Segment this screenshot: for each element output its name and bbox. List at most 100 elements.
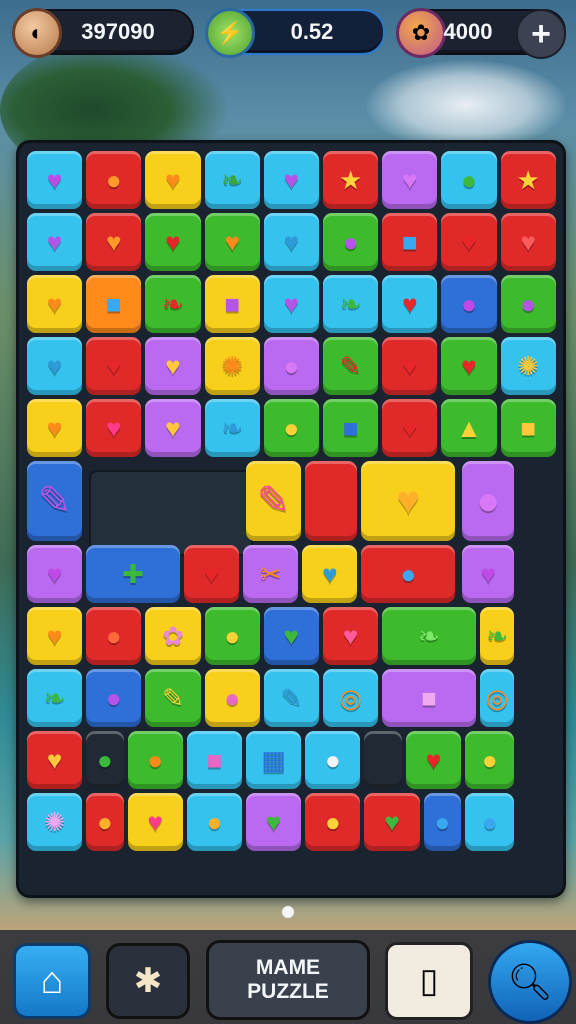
tile-heart[interactable]: ♥: [204, 213, 260, 271]
tile-heart[interactable]: ♥: [145, 399, 201, 457]
tile-heart[interactable]: ♥: [302, 544, 358, 603]
tile-heart[interactable]: ♥: [263, 275, 319, 333]
add-coins-button[interactable]: +: [516, 9, 566, 59]
tile-tool[interactable]: ✎: [263, 668, 319, 727]
tile-carrot[interactable]: ●: [86, 151, 142, 209]
tile-leaf[interactable]: ❧: [145, 275, 201, 333]
tile-heart[interactable]: ♥: [27, 337, 83, 395]
tile-bag[interactable]: ■: [186, 730, 243, 789]
tile-heart[interactable]: ♥: [27, 213, 83, 271]
tile-tool[interactable]: ✎: [27, 461, 83, 541]
tile-heart[interactable]: ♥: [462, 544, 515, 603]
tile-ball[interactable]: ●: [361, 544, 456, 603]
tile-plum[interactable]: ●: [86, 668, 142, 727]
tile-star[interactable]: ★: [323, 151, 379, 209]
tile-ball[interactable]: ●: [186, 792, 243, 851]
tile-surfboard[interactable]: ●: [465, 792, 515, 851]
tile-cactus[interactable]: ✚: [86, 544, 180, 603]
tile-surfboard[interactable]: ●: [305, 730, 361, 789]
tile-heart[interactable]: ♥: [27, 275, 83, 333]
tool-icon: ✎: [256, 478, 291, 523]
phone-button[interactable]: ▯: [385, 942, 473, 1020]
tile-heart[interactable]: ♥: [145, 213, 201, 271]
tile-tool[interactable]: ✎: [246, 461, 302, 541]
tile-empty[interactable]: [364, 730, 402, 789]
tile-lemon[interactable]: ●: [263, 399, 319, 457]
tile-shell[interactable]: ●: [263, 337, 319, 395]
tile-ring[interactable]: ◎: [323, 668, 379, 727]
tile-heart[interactable]: ♥: [27, 151, 83, 209]
tile-heart[interactable]: ♥: [382, 337, 438, 395]
tile-pepper[interactable]: ●: [86, 730, 124, 789]
tile-bottle[interactable]: ■: [86, 275, 142, 333]
tile-leaf[interactable]: ❧: [204, 151, 260, 209]
tile-heart[interactable]: ♥: [263, 151, 319, 209]
tile-heart[interactable]: ♥: [382, 399, 438, 457]
tile-octopus[interactable]: ●: [462, 461, 515, 541]
mode-button[interactable]: MAME PUZZLE: [206, 940, 370, 1020]
tile-flower[interactable]: ✺: [27, 792, 83, 851]
tile-heart[interactable]: ♥: [441, 213, 497, 271]
tile-leaf[interactable]: ❧: [27, 668, 83, 727]
page-indicator-dot[interactable]: [282, 906, 294, 918]
tile-carrot[interactable]: ●: [86, 792, 124, 851]
tile-heart[interactable]: ♥: [86, 213, 142, 271]
tile-heart[interactable]: ♥: [27, 606, 83, 665]
tile-ring[interactable]: ◎: [479, 668, 515, 727]
tile-pin[interactable]: ✎: [323, 337, 379, 395]
tile-heart[interactable]: ♥: [405, 730, 462, 789]
search-button[interactable]: 🔍︎: [488, 940, 572, 1024]
home-button[interactable]: ⌂: [13, 943, 91, 1019]
tile-scissors[interactable]: ✂: [243, 544, 299, 603]
tile-panel[interactable]: ■: [500, 399, 556, 457]
tile-balloon[interactable]: ●: [441, 275, 497, 333]
tile-heart[interactable]: ♥: [183, 544, 240, 603]
tile-tool[interactable]: ✎: [145, 668, 201, 727]
tile-heart[interactable]: ♥: [263, 213, 319, 271]
tile-ball[interactable]: ●: [86, 606, 142, 665]
tile-pepper[interactable]: ●: [441, 151, 497, 209]
tile-heart[interactable]: ♥: [27, 399, 83, 457]
tile-candy[interactable]: ●: [204, 668, 260, 727]
tile-banana[interactable]: ●: [204, 606, 260, 665]
tile-leaf[interactable]: ❧: [479, 606, 515, 665]
tile-sun[interactable]: ✺: [204, 337, 260, 395]
tile-panel[interactable]: ■: [204, 275, 260, 333]
tile-heart[interactable]: ♥: [145, 337, 201, 395]
tile-leaf[interactable]: ❧: [382, 606, 476, 665]
tile-flower[interactable]: ✿: [145, 606, 201, 665]
tile-pepper[interactable]: ●: [423, 792, 462, 851]
tile-sun[interactable]: ✺: [500, 337, 556, 395]
tile-apple[interactable]: ♥: [246, 792, 302, 851]
tile-block[interactable]: [305, 461, 358, 541]
tile-heart[interactable]: ♥: [145, 151, 201, 209]
tile-heart[interactable]: ♥: [86, 337, 142, 395]
tile-heart[interactable]: ♥: [364, 792, 420, 851]
tile-heart[interactable]: ♥: [382, 151, 438, 209]
tile-panel[interactable]: ■: [323, 399, 379, 457]
tile-heart[interactable]: ♥: [263, 606, 319, 665]
tile-eggplant[interactable]: ●: [500, 275, 556, 333]
tile-cup[interactable]: ■: [382, 668, 476, 727]
tile-leaf[interactable]: ❧: [204, 399, 260, 457]
tile-banana[interactable]: ●: [465, 730, 515, 789]
tile-bell[interactable]: ▲: [441, 399, 497, 457]
tile-orb[interactable]: ●: [323, 213, 379, 271]
tile-lemon[interactable]: ●: [305, 792, 361, 851]
tile-calculator[interactable]: ▦: [246, 730, 302, 789]
heart-icon: ♥: [283, 165, 300, 195]
tile-heart[interactable]: ♥: [382, 275, 438, 333]
tile-heart[interactable]: ♥: [27, 730, 83, 789]
tile-ball[interactable]: ●: [127, 730, 183, 789]
tile-house[interactable]: ■: [382, 213, 438, 271]
tile-heart[interactable]: ♥: [27, 544, 83, 603]
tile-heart[interactable]: ♥: [500, 213, 556, 271]
tile-heart[interactable]: ♥: [441, 337, 497, 395]
tile-big-heart[interactable]: ♥: [361, 461, 456, 541]
tile-star[interactable]: ★: [500, 151, 556, 209]
tile-heart[interactable]: ♥: [323, 606, 379, 665]
tile-heart[interactable]: ♥: [127, 792, 183, 851]
puzzle-button[interactable]: ✱: [106, 943, 190, 1019]
tile-leaf[interactable]: ❧: [323, 275, 379, 333]
tile-heart[interactable]: ♥: [86, 399, 142, 457]
